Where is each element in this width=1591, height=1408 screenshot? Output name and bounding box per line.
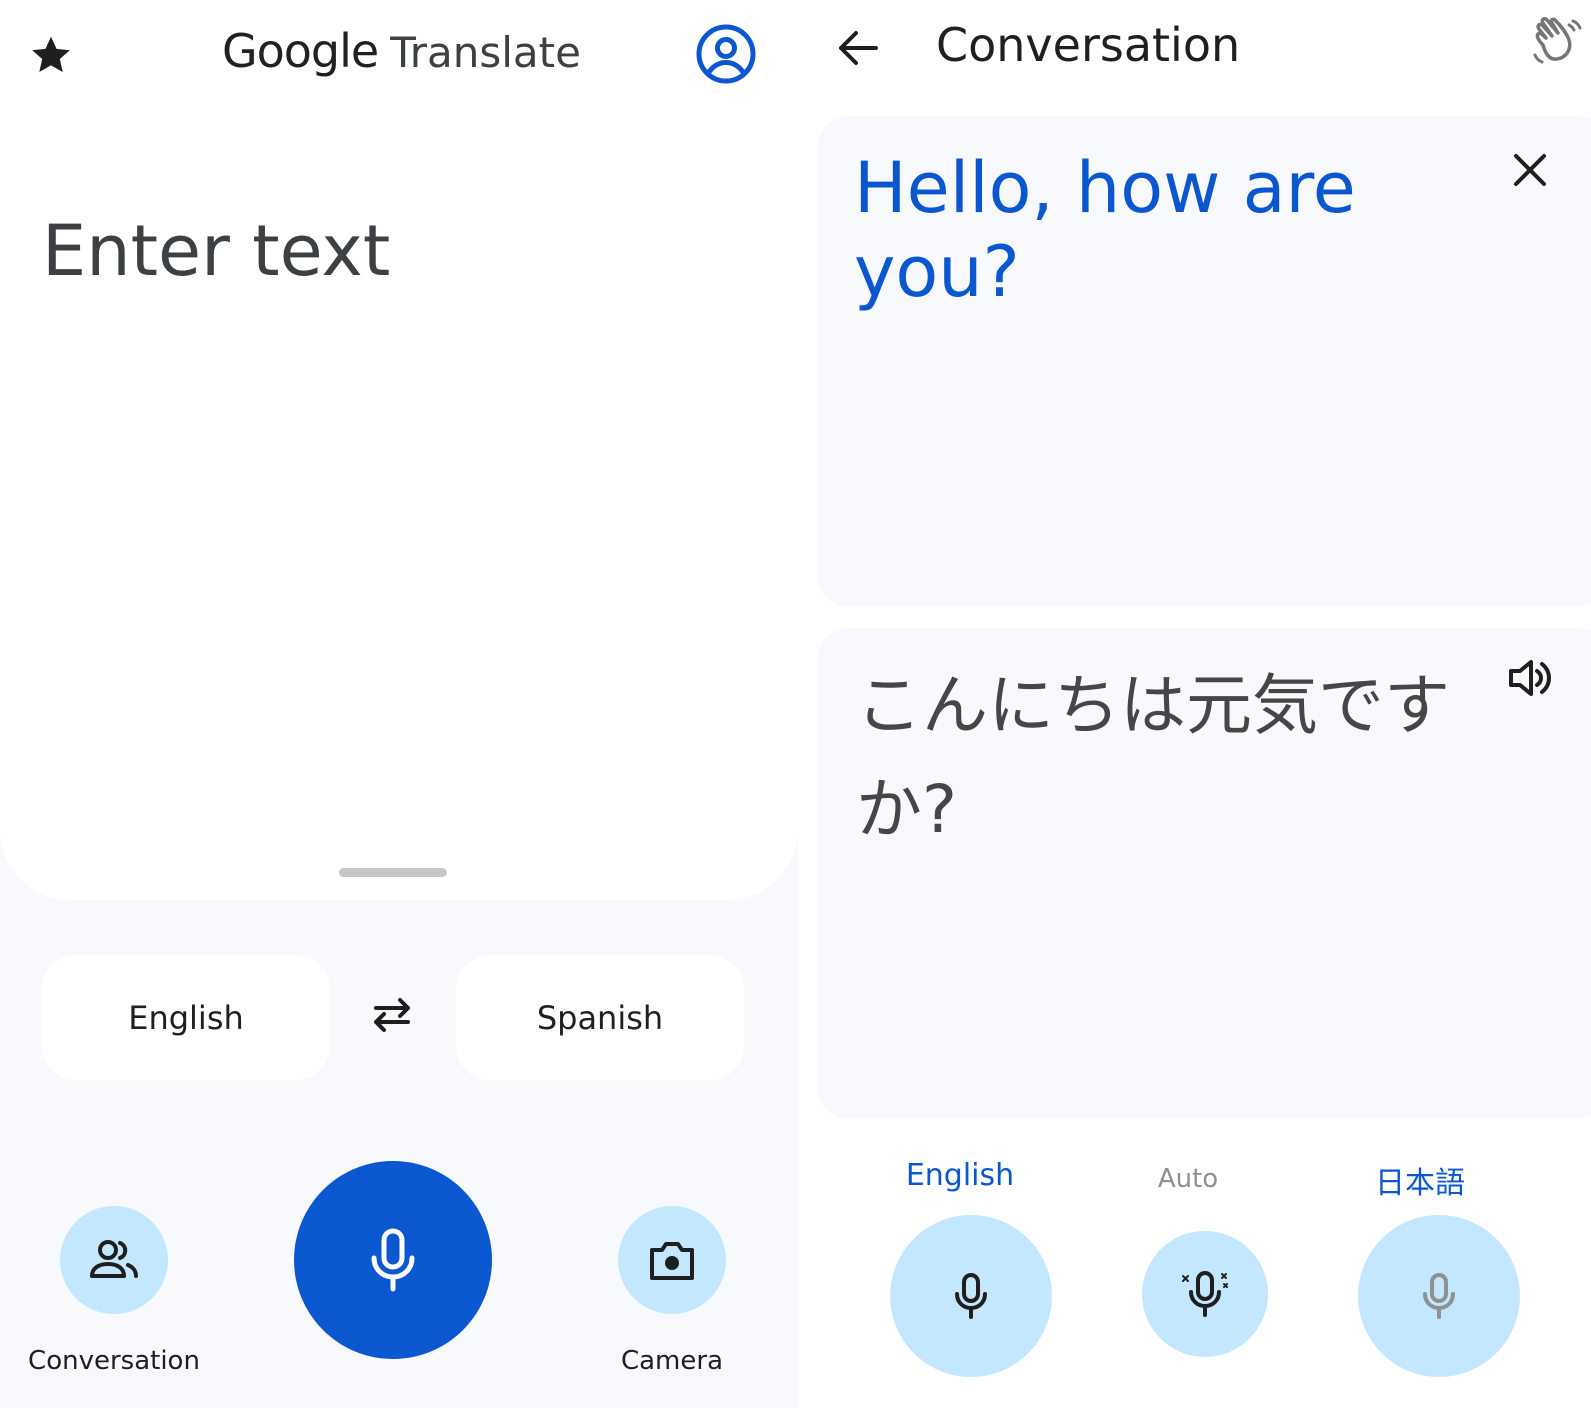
translate-home-panel: Google Translate Enter text English Span… <box>0 0 798 1408</box>
back-button[interactable] <box>828 18 888 78</box>
speaker-icon <box>1509 660 1552 696</box>
listen-button[interactable] <box>1504 652 1556 704</box>
sheet-drag-handle[interactable] <box>339 868 447 877</box>
arrow-back-icon <box>839 31 878 65</box>
camera-label: Camera <box>620 1346 724 1376</box>
voice-input-button[interactable] <box>294 1161 492 1359</box>
app-logo: Google Translate <box>222 24 581 84</box>
people-icon <box>90 1240 138 1278</box>
auto-mic-icon <box>1182 1271 1228 1317</box>
source-card: Hello, how are you? <box>818 116 1591 606</box>
source-language-button[interactable]: English <box>42 955 330 1080</box>
translation-card: こんにちは元気ですか? <box>818 628 1591 1118</box>
translated-text: こんにちは元気ですか? <box>856 667 1450 848</box>
logo-google: Google <box>222 24 379 78</box>
text-input[interactable]: Enter text <box>42 210 390 292</box>
account-circle-icon <box>696 24 756 84</box>
camera-icon <box>650 1242 694 1280</box>
wave-button[interactable] <box>1526 12 1588 74</box>
target-language-button[interactable]: Spanish <box>456 955 744 1080</box>
swap-languages-button[interactable] <box>362 990 422 1040</box>
account-button[interactable] <box>694 22 758 86</box>
mic-icon <box>955 1273 987 1319</box>
page-title: Conversation <box>936 18 1241 72</box>
favorites-button[interactable] <box>26 30 76 80</box>
auto-language-label[interactable]: Auto <box>1098 1164 1278 1194</box>
star-icon <box>32 36 70 73</box>
camera-button[interactable] <box>618 1206 726 1314</box>
mic-icon <box>371 1228 415 1292</box>
swap-arrows-icon <box>374 998 410 1032</box>
left-language-label[interactable]: English <box>850 1158 1070 1193</box>
source-text: Hello, how are you? <box>854 147 1356 313</box>
waving-hand-icon <box>1533 17 1582 64</box>
logo-translate: Translate <box>390 28 581 77</box>
mic-icon <box>1423 1273 1455 1319</box>
close-icon <box>1514 154 1546 186</box>
auto-mic-button[interactable] <box>1142 1231 1268 1357</box>
japanese-mic-button[interactable] <box>1358 1215 1520 1377</box>
clear-button[interactable] <box>1506 146 1554 194</box>
right-language-label[interactable]: 日本語 <box>1310 1158 1530 1202</box>
conversation-label: Conversation <box>28 1346 200 1376</box>
conversation-panel: Conversation Hello, how are you? こんにちは元気… <box>798 0 1591 1408</box>
screenshot-root: Google Translate Enter text English Span… <box>0 0 1591 1408</box>
english-mic-button[interactable] <box>890 1215 1052 1377</box>
conversation-button[interactable] <box>60 1206 168 1314</box>
input-sheet: Google Translate Enter text <box>0 0 798 900</box>
